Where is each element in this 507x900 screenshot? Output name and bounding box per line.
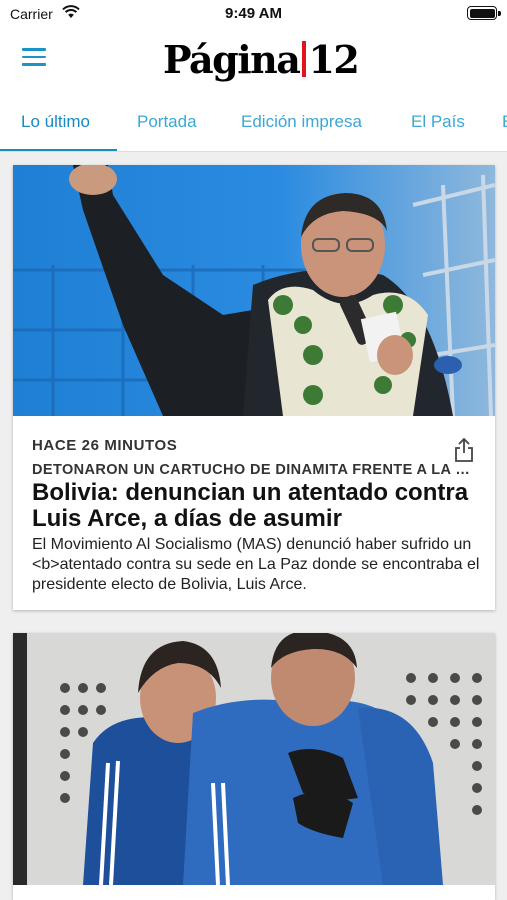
article-headline[interactable]: Bolivia: denuncian un atentado contra Lu…	[32, 480, 482, 532]
article-body: HACE 26 MINUTOS DETONARON UN CARTUCHO DE…	[32, 437, 482, 595]
pagina12-logo: Página 12	[163, 36, 360, 82]
share-icon[interactable]	[453, 437, 475, 463]
tab-portada[interactable]: Portada	[137, 112, 197, 132]
article-time: HACE 26 MINUTOS	[32, 437, 178, 454]
app-header: Página 12	[0, 28, 507, 90]
article-kicker: DETONARON UN CARTUCHO DE DINAMITA FRENTE…	[32, 462, 477, 478]
section-tabs: Lo último Portada Edición impresa El Paí…	[0, 90, 507, 152]
tab-partial[interactable]: E	[502, 112, 507, 132]
hamburger-menu-button[interactable]	[22, 48, 48, 70]
article-photo	[13, 633, 495, 885]
tab-el-pais[interactable]: El País	[411, 112, 465, 132]
active-tab-indicator	[0, 149, 117, 151]
logo-red-bar	[302, 41, 307, 77]
clock: 9:49 AM	[225, 5, 282, 22]
article-card[interactable]	[13, 633, 495, 900]
battery-icon	[467, 6, 501, 20]
logo-text-left: Página	[163, 36, 301, 82]
tab-lo-ultimo[interactable]: Lo último	[21, 112, 90, 132]
logo-text-right: 12	[308, 36, 359, 82]
status-bar: Carrier 9:49 AM	[0, 0, 507, 28]
article-summary: El Movimiento Al Socialismo (MAS) denunc…	[32, 536, 480, 593]
article-card[interactable]: HACE 26 MINUTOS DETONARON UN CARTUCHO DE…	[13, 165, 495, 610]
tab-edicion-impresa[interactable]: Edición impresa	[241, 112, 362, 132]
article-photo	[13, 165, 495, 416]
